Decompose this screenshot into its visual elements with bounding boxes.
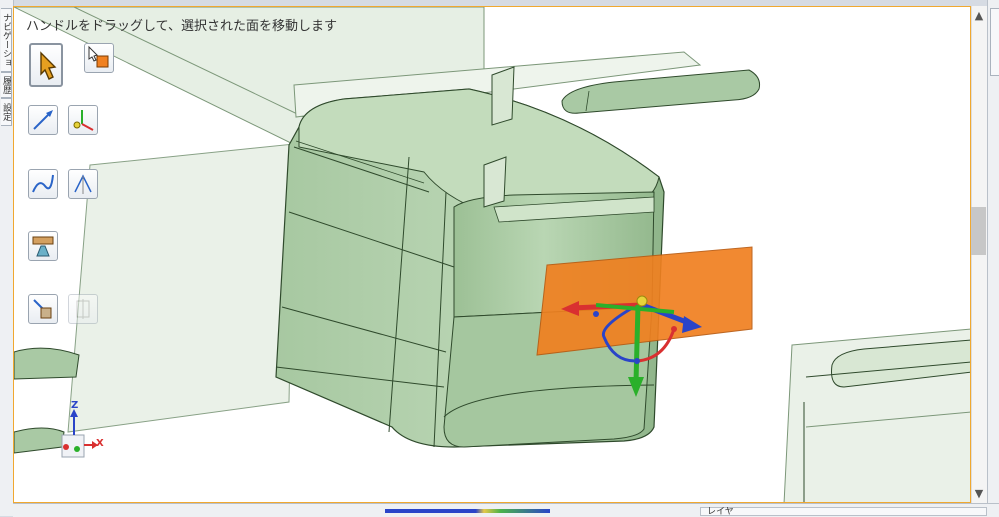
scroll-up-icon[interactable]: ▲ bbox=[971, 8, 987, 24]
side-tab-history[interactable]: 履歴 bbox=[1, 72, 12, 98]
select-face-icon bbox=[88, 45, 109, 68]
hint-text: ハンドルをドラッグして、選択された面を移動します bbox=[26, 19, 337, 34]
scrollbar-thumb[interactable] bbox=[971, 207, 986, 255]
main-model-body[interactable] bbox=[275, 66, 665, 448]
part-icon bbox=[32, 236, 54, 257]
model-part-right[interactable] bbox=[783, 328, 971, 503]
side-tab-navigation[interactable]: ナビゲーション bbox=[1, 8, 12, 72]
color-indicator-bar bbox=[385, 509, 550, 513]
left-tab-strip: ナビゲーション 履歴 設定 bbox=[0, 0, 14, 516]
cursor-arrow-icon bbox=[40, 51, 57, 80]
side-tab-settings[interactable]: 設定 bbox=[1, 98, 12, 126]
3d-scene[interactable] bbox=[14, 7, 971, 503]
snap-tool[interactable] bbox=[68, 169, 98, 199]
curve-tool[interactable] bbox=[28, 169, 58, 199]
scroll-down-icon[interactable]: ▼ bbox=[971, 486, 987, 502]
curve-icon bbox=[32, 174, 54, 193]
line-icon bbox=[33, 110, 53, 130]
model-part-left-upper[interactable] bbox=[14, 347, 80, 380]
reference-plane-left[interactable] bbox=[67, 143, 295, 433]
right-side-tab[interactable] bbox=[990, 8, 999, 76]
3d-viewport[interactable]: Z X ハンドルをドラッグして、選択された面を移動します bbox=[13, 6, 971, 503]
select-face-tool[interactable] bbox=[84, 43, 114, 73]
line-tool[interactable] bbox=[28, 105, 58, 135]
axis-x-label: X bbox=[96, 438, 104, 449]
app-window: ナビゲーション 履歴 設定 bbox=[0, 0, 999, 517]
point-tool[interactable] bbox=[68, 105, 98, 135]
right-tab-strip bbox=[987, 0, 999, 516]
point-icon bbox=[73, 110, 94, 131]
disabled-tool bbox=[68, 294, 98, 324]
measure-tool[interactable] bbox=[28, 294, 58, 324]
layer-panel-header[interactable]: レイヤ bbox=[700, 507, 987, 517]
select-tool[interactable] bbox=[29, 43, 63, 87]
measure-icon bbox=[33, 299, 52, 319]
snap-icon bbox=[74, 174, 92, 194]
part-tool[interactable] bbox=[28, 231, 58, 261]
model-part-left-lower[interactable] bbox=[14, 427, 65, 454]
disabled-icon bbox=[76, 299, 90, 319]
axis-z-label: Z bbox=[71, 400, 79, 411]
